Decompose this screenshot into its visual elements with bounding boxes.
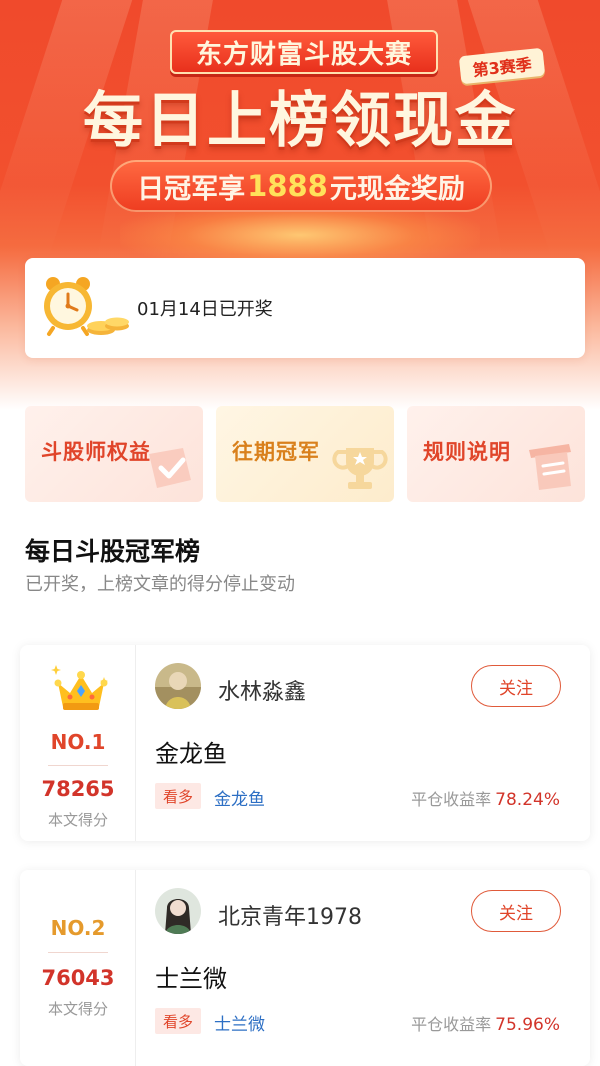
reward-prefix: 日冠军享: [137, 173, 246, 205]
reward-amount: 1888: [247, 169, 328, 203]
rank-column: NO.1 78265 本文得分: [20, 645, 136, 841]
rank-divider: [48, 765, 108, 766]
score-label: 本文得分: [47, 811, 108, 829]
user-name[interactable]: 水林淼鑫: [218, 674, 306, 706]
award-status-card[interactable]: 01月14日已开奖: [25, 258, 585, 358]
stock-link[interactable]: 士兰微: [214, 1010, 265, 1035]
tile-analyst-benefits[interactable]: 斗股师权益: [25, 406, 203, 502]
article-score: 78265: [41, 777, 115, 801]
tile-label: 规则说明: [423, 440, 511, 464]
banner-headline: 每日上榜领现金: [83, 86, 517, 156]
award-status-text: 01月14日已开奖: [137, 299, 273, 320]
leaderboard-entry[interactable]: NO.2 76043 本文得分 北京青年1978 关注 士兰微 看多 士兰微 平…: [20, 870, 590, 1066]
post-title[interactable]: 士兰微: [155, 959, 227, 994]
follow-button[interactable]: 关注: [471, 890, 561, 932]
tile-rules[interactable]: 规则说明: [407, 406, 585, 502]
tile-label: 斗股师权益: [41, 440, 151, 464]
stock-link[interactable]: 金龙鱼: [214, 785, 265, 810]
bullish-tag: 看多: [155, 783, 201, 809]
closing-yield: 平仓收益率 78.24%: [411, 786, 560, 810]
bullish-tag: 看多: [155, 1008, 201, 1034]
leaderboard-entry[interactable]: NO.1 78265 本文得分 水林淼鑫 关注 金龙鱼 看多 金龙鱼 平仓收益率…: [20, 645, 590, 841]
yield-value: 78.24%: [495, 790, 560, 810]
yield-label: 平仓收益率: [411, 790, 492, 809]
checkmark-icon: [143, 440, 197, 498]
trophy-icon: [332, 440, 388, 498]
tile-past-champions[interactable]: 往期冠军: [216, 406, 394, 502]
reward-ribbon: 日冠军享 1888 元现金奖励: [110, 160, 492, 212]
reward-suffix: 元现金奖励: [329, 173, 465, 205]
closing-yield: 平仓收益率 75.96%: [411, 1011, 560, 1035]
avatar[interactable]: [155, 663, 201, 709]
user-name[interactable]: 北京青年1978: [218, 899, 362, 931]
rank-divider: [48, 952, 108, 953]
document-icon: [525, 440, 579, 498]
score-label: 本文得分: [47, 1000, 108, 1018]
crown-icon: [50, 657, 112, 719]
post-title[interactable]: 金龙鱼: [155, 734, 227, 769]
avatar[interactable]: [155, 888, 201, 934]
rank-number: NO.2: [50, 916, 106, 940]
tile-label: 往期冠军: [232, 440, 320, 464]
follow-button[interactable]: 关注: [471, 665, 561, 707]
rank-column: NO.2 76043 本文得分: [20, 870, 136, 1066]
rank-number: NO.1: [50, 730, 106, 754]
yield-label: 平仓收益率: [411, 1015, 492, 1034]
event-name-tag: 东方财富斗股大赛: [170, 30, 438, 74]
leaderboard-subtitle: 已开奖，上榜文章的得分停止变动: [25, 574, 295, 595]
article-score: 76043: [41, 966, 115, 990]
yield-value: 75.96%: [495, 1015, 560, 1035]
alarm-clock-icon: [39, 274, 135, 340]
leaderboard-title: 每日斗股冠军榜: [25, 537, 201, 566]
